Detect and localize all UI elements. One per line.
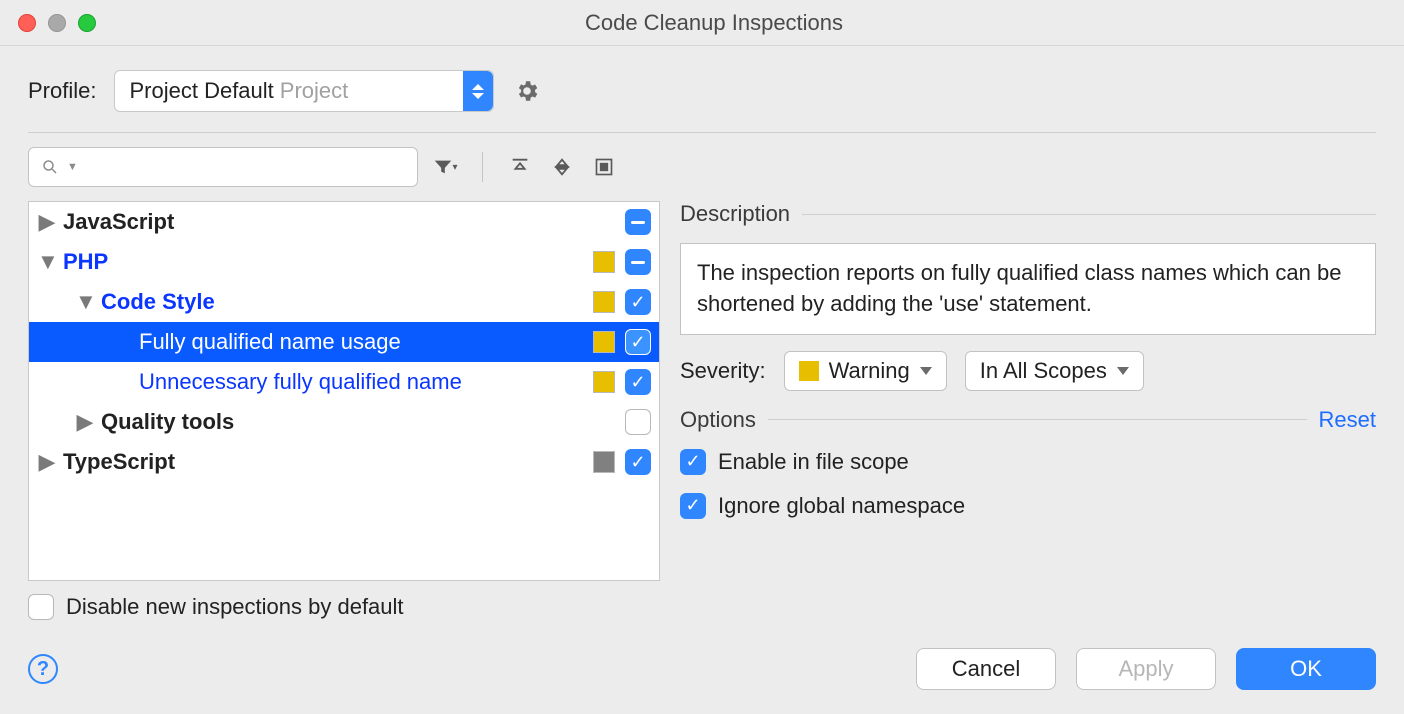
severity-dropdown[interactable]: Warning	[784, 351, 947, 391]
chevron-right-icon: ▶	[37, 449, 57, 475]
disable-new-inspections[interactable]: Disable new inspections by default	[28, 594, 1376, 620]
profile-label: Profile:	[28, 78, 96, 104]
option-label: Enable in file scope	[718, 449, 909, 475]
window-title: Code Cleanup Inspections	[96, 10, 1332, 36]
severity-row: Severity: Warning In All Scopes	[680, 351, 1376, 391]
severity-swatch-icon	[593, 251, 615, 273]
details-panel: Description The inspection reports on fu…	[680, 201, 1376, 581]
checkbox-checked-icon: ✓	[680, 449, 706, 475]
tree-item-label: Unnecessary fully qualified name	[139, 369, 593, 395]
tree-row[interactable]: ▼PHP	[29, 242, 659, 282]
window-controls	[18, 14, 96, 32]
tree-item-label: PHP	[63, 249, 593, 275]
scope-dropdown[interactable]: In All Scopes	[965, 351, 1144, 391]
chevron-down-icon	[1117, 367, 1129, 375]
zoom-window-button[interactable]	[78, 14, 96, 32]
tree-item-label: Fully qualified name usage	[139, 329, 593, 355]
options-heading: Options Reset	[680, 407, 1376, 433]
tree-item-label: Quality tools	[101, 409, 625, 435]
checkbox-checked-icon[interactable]: ✓	[625, 329, 651, 355]
checkbox-unchecked-icon	[28, 594, 54, 620]
collapse-all-icon[interactable]	[547, 152, 577, 182]
inspection-toolbar: ▼ ▾	[0, 133, 1404, 201]
severity-value: Warning	[829, 358, 910, 384]
description-heading: Description	[680, 201, 1376, 227]
show-details-icon[interactable]	[589, 152, 619, 182]
reset-link[interactable]: Reset	[1319, 407, 1376, 433]
gear-icon[interactable]	[512, 76, 542, 106]
minimize-window-button[interactable]	[48, 14, 66, 32]
severity-swatch	[799, 361, 819, 381]
checkbox-mixed-icon[interactable]	[625, 249, 651, 275]
combo-stepper-icon[interactable]	[463, 71, 493, 111]
option-label: Ignore global namespace	[718, 493, 965, 519]
severity-swatch-icon	[593, 371, 615, 393]
titlebar: Code Cleanup Inspections	[0, 0, 1404, 46]
profile-bar: Profile: Project Default Project	[0, 46, 1404, 132]
severity-swatch-icon	[593, 331, 615, 353]
checkbox-unchecked-icon[interactable]	[625, 409, 651, 435]
severity-swatch-icon	[593, 291, 615, 313]
profile-value: Project Default	[129, 78, 273, 104]
chevron-right-icon: ▶	[75, 409, 95, 435]
checkbox-checked-icon[interactable]: ✓	[625, 369, 651, 395]
profile-hint: Project	[280, 78, 348, 104]
option-ignore-global-namespace[interactable]: ✓ Ignore global namespace	[680, 493, 1376, 519]
chevron-right-icon: ▶	[37, 209, 57, 235]
tree-row[interactable]: Fully qualified name usage ✓	[29, 322, 659, 362]
checkbox-checked-icon[interactable]: ✓	[625, 289, 651, 315]
scope-value: In All Scopes	[980, 358, 1107, 384]
profile-combo[interactable]: Project Default Project	[114, 70, 494, 112]
inspection-tree[interactable]: ▶JavaScript▼PHP▼Code Style✓Fully qualifi…	[28, 201, 660, 581]
checkbox-checked-icon: ✓	[680, 493, 706, 519]
search-icon	[41, 158, 59, 176]
tree-item-label: JavaScript	[63, 209, 625, 235]
tree-item-label: TypeScript	[63, 449, 593, 475]
tree-row[interactable]: ▼Code Style ✓	[29, 282, 659, 322]
disable-label: Disable new inspections by default	[66, 594, 404, 620]
chevron-down-icon: ▼	[37, 249, 57, 275]
filter-icon[interactable]: ▾	[430, 152, 460, 182]
toolbar-divider	[482, 152, 483, 182]
tree-row[interactable]: ▶JavaScript	[29, 202, 659, 242]
help-button[interactable]: ?	[28, 654, 58, 684]
tree-row[interactable]: ▶TypeScript ✓	[29, 442, 659, 482]
option-enable-file-scope[interactable]: ✓ Enable in file scope	[680, 449, 1376, 475]
tree-row[interactable]: ▶Quality tools	[29, 402, 659, 442]
severity-swatch-icon	[593, 451, 615, 473]
options-label: Options	[680, 407, 756, 433]
tree-item-label: Code Style	[101, 289, 593, 315]
checkbox-mixed-icon[interactable]	[625, 209, 651, 235]
tree-row[interactable]: Unnecessary fully qualified name ✓	[29, 362, 659, 402]
close-window-button[interactable]	[18, 14, 36, 32]
cancel-button[interactable]: Cancel	[916, 648, 1056, 690]
dialog-footer: Disable new inspections by default ? Can…	[0, 586, 1404, 714]
apply-button[interactable]: Apply	[1076, 648, 1216, 690]
description-label: Description	[680, 201, 790, 227]
search-input[interactable]: ▼	[28, 147, 418, 187]
description-text: The inspection reports on fully qualifie…	[680, 243, 1376, 335]
severity-label: Severity:	[680, 358, 766, 384]
checkbox-checked-icon[interactable]: ✓	[625, 449, 651, 475]
chevron-down-icon: ▼	[75, 289, 95, 315]
chevron-down-icon	[920, 367, 932, 375]
ok-button[interactable]: OK	[1236, 648, 1376, 690]
expand-all-icon[interactable]	[505, 152, 535, 182]
